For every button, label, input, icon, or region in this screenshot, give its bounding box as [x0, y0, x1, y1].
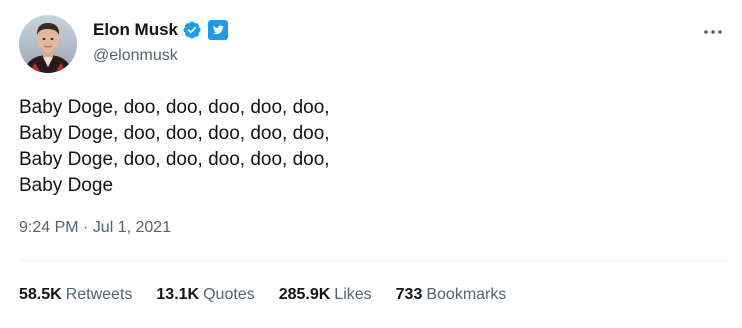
author-display-name[interactable]: Elon Musk: [93, 20, 178, 40]
tweet-text: Baby Doge, doo, doo, doo, doo, doo, Baby…: [19, 95, 330, 199]
tweet-stats: 58.5K Retweets 13.1K Quotes 285.9K Likes…: [19, 286, 506, 304]
tweet-card: Elon Musk @elonmusk Baby Doge, doo, doo,…: [0, 0, 742, 328]
bookmarks-stat[interactable]: 733 Bookmarks: [396, 286, 507, 304]
bookmarks-label: Bookmarks: [426, 286, 507, 303]
more-options-icon[interactable]: [702, 21, 724, 43]
tweet-text-line: Baby Doge: [19, 175, 114, 196]
retweets-count: 58.5K: [19, 286, 62, 303]
tweet-text-line: Baby Doge, doo, doo, doo, doo, doo,: [19, 149, 330, 170]
author-handle[interactable]: @elonmusk: [93, 47, 178, 65]
avatar-image: [19, 15, 77, 73]
bookmarks-count: 733: [395, 286, 423, 303]
likes-label: Likes: [334, 286, 372, 303]
likes-count: 285.9K: [278, 286, 331, 303]
twitter-bird-badge-icon: [208, 20, 229, 40]
tweet-text-line: Baby Doge, doo, doo, doo, doo, doo,: [19, 123, 330, 144]
retweets-stat[interactable]: 58.5K Retweets: [19, 286, 132, 304]
avatar[interactable]: [19, 15, 77, 73]
verified-badge-icon[interactable]: [182, 20, 202, 40]
divider: [19, 260, 729, 261]
retweets-label: Retweets: [65, 286, 133, 303]
quotes-stat[interactable]: 13.1K Quotes: [156, 286, 254, 304]
tweet-text-line: Baby Doge, doo, doo, doo, doo, doo,: [19, 97, 330, 118]
likes-stat[interactable]: 285.9K Likes: [279, 286, 372, 304]
quotes-label: Quotes: [203, 286, 255, 303]
tweet-timestamp[interactable]: 9:24 PM · Jul 1, 2021: [19, 219, 171, 237]
quotes-count: 13.1K: [156, 286, 200, 303]
author-name-row: Elon Musk: [93, 20, 229, 40]
